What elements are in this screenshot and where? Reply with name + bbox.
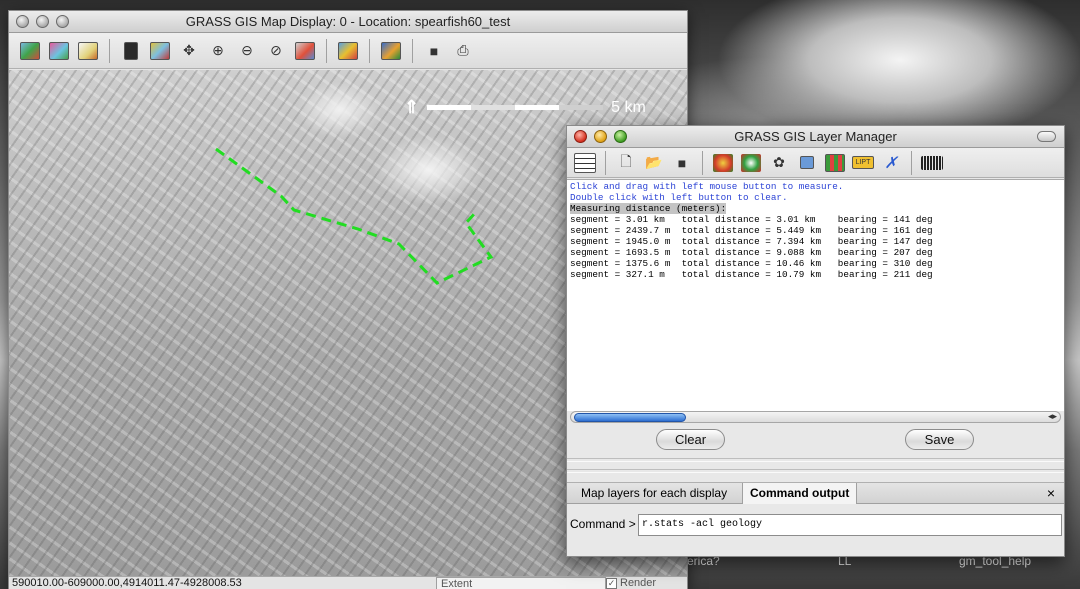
- toolbar-separator: [605, 150, 606, 175]
- output-line: segment = 1945.0 m total distance = 7.39…: [570, 236, 933, 247]
- zoom-in-icon[interactable]: ⊕: [205, 38, 231, 64]
- toolbar-separator: [911, 150, 912, 175]
- output-line: Double click with left button to clear.: [570, 192, 788, 203]
- checkmark-icon: ✓: [606, 578, 617, 589]
- display-map-icon[interactable]: [17, 38, 43, 64]
- toolbar-separator: [412, 38, 413, 63]
- notebook-tabs: Map layers for each display Command outp…: [567, 482, 1064, 504]
- layer-manager-window: GRASS GIS Layer Manager 🗋 📂 ■ ✿ LIPT ✗ C…: [566, 125, 1065, 557]
- delete-layer-icon[interactable]: ✗: [878, 150, 904, 176]
- output-line: Click and drag with left mouse button to…: [570, 181, 844, 192]
- add-group-icon[interactable]: [794, 150, 820, 176]
- coordinates-readout: 590010.00-609000.00,4914011.47-4928008.5…: [12, 577, 242, 589]
- window-controls: [16, 15, 69, 28]
- zoom-window-button[interactable]: [56, 15, 69, 28]
- pan-icon[interactable]: ✥: [176, 38, 202, 64]
- save-workspace-icon[interactable]: ■: [669, 150, 695, 176]
- output-line: segment = 327.1 m total distance = 10.79…: [570, 269, 933, 280]
- new-workspace-icon[interactable]: 🗋: [613, 150, 639, 176]
- command-output-area[interactable]: Click and drag with left mouse button to…: [567, 179, 1064, 411]
- clear-button[interactable]: Clear: [656, 429, 725, 450]
- statusbar-mode-value: Extent: [441, 578, 473, 589]
- add-vector-icon[interactable]: [738, 150, 764, 176]
- toolbar-separator: [109, 38, 110, 63]
- save-icon[interactable]: ■: [421, 38, 447, 64]
- render-label: Render: [620, 577, 657, 589]
- layer-manager-titlebar[interactable]: GRASS GIS Layer Manager: [567, 126, 1064, 148]
- tab-command-output[interactable]: Command output: [742, 483, 858, 504]
- tab-map-layers[interactable]: Map layers for each display: [574, 483, 734, 504]
- measure-path: [215, 147, 494, 285]
- scrollbar-thumb[interactable]: [574, 413, 686, 422]
- zoom-back-icon[interactable]: ⊘: [263, 38, 289, 64]
- window-controls: [574, 130, 627, 143]
- output-line: segment = 2439.7 m total distance = 5.44…: [570, 225, 933, 236]
- analyze-icon[interactable]: [335, 38, 361, 64]
- command-label: Command >: [570, 517, 636, 531]
- output-line: segment = 1693.5 m total distance = 9.08…: [570, 247, 933, 258]
- map-display-title: GRASS GIS Map Display: 0 - Location: spe…: [185, 14, 511, 29]
- scalebar-bar: [427, 105, 604, 110]
- render-checkbox[interactable]: ✓ Render: [606, 577, 656, 589]
- redraw-icon[interactable]: [46, 38, 72, 64]
- add-label-icon[interactable]: LIPT: [850, 150, 876, 176]
- zoom-window-button[interactable]: [614, 130, 627, 143]
- command-input[interactable]: r.stats -acl geology: [638, 514, 1062, 536]
- overlay-icon[interactable]: [378, 38, 404, 64]
- toolbar-separator: [369, 38, 370, 63]
- atm-icon[interactable]: [919, 150, 945, 176]
- zoom-out-icon[interactable]: ⊖: [234, 38, 260, 64]
- pane-divider: [567, 469, 1064, 473]
- new-display-icon[interactable]: [572, 150, 598, 176]
- pointer-icon[interactable]: [118, 38, 144, 64]
- open-workspace-icon[interactable]: 📂: [641, 150, 667, 176]
- save-button[interactable]: Save: [905, 429, 974, 450]
- zoom-menu-icon[interactable]: [292, 38, 318, 64]
- output-line: segment = 1375.6 m total distance = 10.4…: [570, 258, 933, 269]
- toolbar-separator: [326, 38, 327, 63]
- add-command-icon[interactable]: ✿: [766, 150, 792, 176]
- map-statusbar: 590010.00-609000.00,4914011.47-4928008.5…: [9, 576, 687, 589]
- map-toolbar: ✥ ⊕ ⊖ ⊘ ■ ⎙: [9, 33, 687, 69]
- scalebar-label: 5 km: [611, 98, 646, 116]
- erase-icon[interactable]: [75, 38, 101, 64]
- toolbar-toggle-button[interactable]: [1037, 131, 1056, 142]
- layer-manager-title: GRASS GIS Layer Manager: [734, 129, 897, 144]
- close-tab-icon[interactable]: ×: [1047, 483, 1055, 504]
- output-highlight: Measuring distance (meters):: [570, 203, 727, 214]
- output-line-header: Measuring distance (meters):: [570, 203, 1061, 214]
- add-grid-icon[interactable]: [822, 150, 848, 176]
- scroll-arrows-icon[interactable]: ◂▸: [1048, 411, 1057, 422]
- pane-divider: [567, 458, 1064, 462]
- print-icon[interactable]: ⎙: [450, 38, 476, 64]
- query-icon[interactable]: [147, 38, 173, 64]
- command-prompt: Command > r.stats -acl geology: [567, 506, 1064, 542]
- toolbar-separator: [702, 150, 703, 175]
- map-display-titlebar[interactable]: GRASS GIS Map Display: 0 - Location: spe…: [9, 11, 687, 33]
- output-line: segment = 3.01 km total distance = 3.01 …: [570, 214, 933, 225]
- output-horizontal-scrollbar[interactable]: ◂▸: [570, 411, 1061, 423]
- close-window-button[interactable]: [574, 130, 587, 143]
- north-arrow-icon: ⇑: [404, 97, 420, 117]
- layer-manager-toolbar: 🗋 📂 ■ ✿ LIPT ✗: [567, 148, 1064, 178]
- statusbar-mode-select[interactable]: Extent: [436, 577, 606, 589]
- scalebar: ⇑ 5 km: [404, 97, 646, 118]
- add-raster-icon[interactable]: [710, 150, 736, 176]
- minimize-window-button[interactable]: [36, 15, 49, 28]
- close-window-button[interactable]: [16, 15, 29, 28]
- minimize-window-button[interactable]: [594, 130, 607, 143]
